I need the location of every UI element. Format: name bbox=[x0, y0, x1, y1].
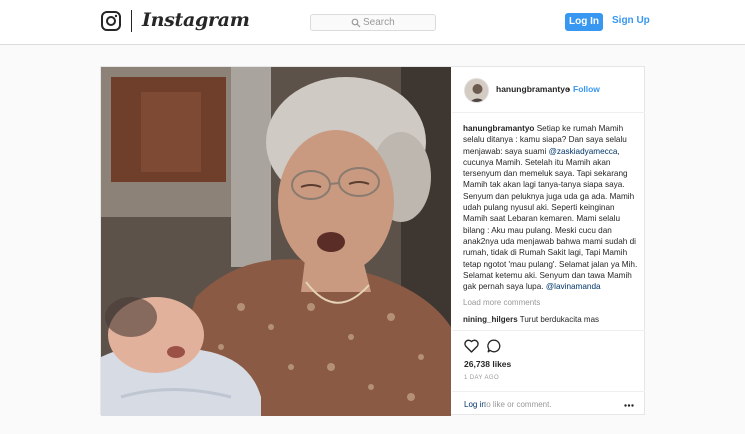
avatar-image bbox=[465, 79, 488, 102]
comment-text: Turut berdukacita mas bbox=[517, 315, 600, 325]
follow-button[interactable]: Follow bbox=[573, 84, 600, 94]
instagram-glyph-icon[interactable] bbox=[101, 11, 121, 31]
load-more-comments-link[interactable]: Load more comments bbox=[463, 298, 638, 307]
post-photo[interactable] bbox=[101, 67, 451, 416]
post-timestamp: 1 DAY AGO bbox=[464, 375, 500, 381]
search-placeholder: Search bbox=[363, 17, 395, 28]
post-caption: hanungbramantyo Setiap ke rumah Mamih se… bbox=[463, 123, 638, 292]
post-header: hanungbramantyo • Follow bbox=[452, 67, 645, 113]
comment-username[interactable]: nining_hilgers bbox=[463, 315, 518, 324]
caption-text-2: , cucunya Mamih. Setelah itu Mamih akan … bbox=[463, 146, 638, 292]
comments-list: hanungbramantyo Setiap ke rumah Mamih se… bbox=[463, 123, 638, 325]
heart-icon[interactable] bbox=[464, 339, 479, 353]
logo-divider bbox=[131, 10, 132, 32]
caption-username[interactable]: hanungbramantyo bbox=[463, 124, 534, 133]
author-avatar[interactable] bbox=[464, 78, 489, 103]
comment-item: nining_hilgers Turut berdukacita mas bbox=[463, 314, 638, 325]
search-input[interactable]: Search bbox=[310, 14, 436, 31]
post-sidebar: hanungbramantyo • Follow hanungbramantyo… bbox=[452, 67, 645, 416]
caption-mention-1[interactable]: @zaskiadyamecca bbox=[549, 147, 618, 156]
post-card: hanungbramantyo • Follow hanungbramantyo… bbox=[100, 66, 645, 416]
log-in-link[interactable]: Log in bbox=[464, 400, 486, 409]
header-separator-dot: • bbox=[567, 84, 570, 94]
instagram-wordmark[interactable]: Instagram bbox=[142, 9, 250, 31]
like-count[interactable]: 26,738 likes bbox=[464, 359, 511, 369]
post-actions: 26,738 likes 1 DAY AGO Log in to like or… bbox=[452, 330, 645, 416]
search-icon bbox=[351, 18, 361, 28]
add-comment-bar: Log in to like or comment. bbox=[452, 391, 645, 417]
login-prompt-text: to like or comment. bbox=[484, 400, 552, 409]
sign-up-link[interactable]: Sign Up bbox=[612, 15, 650, 26]
comment-icon[interactable] bbox=[487, 339, 501, 353]
log-in-button[interactable]: Log In bbox=[565, 13, 603, 31]
caption-mention-2[interactable]: @lavinamanda bbox=[546, 282, 601, 291]
photo-illustration bbox=[101, 67, 451, 416]
more-options-icon[interactable] bbox=[624, 404, 634, 407]
author-username[interactable]: hanungbramantyo bbox=[496, 84, 570, 94]
top-navigation-bar: Instagram Search Log In Sign Up bbox=[0, 0, 745, 45]
